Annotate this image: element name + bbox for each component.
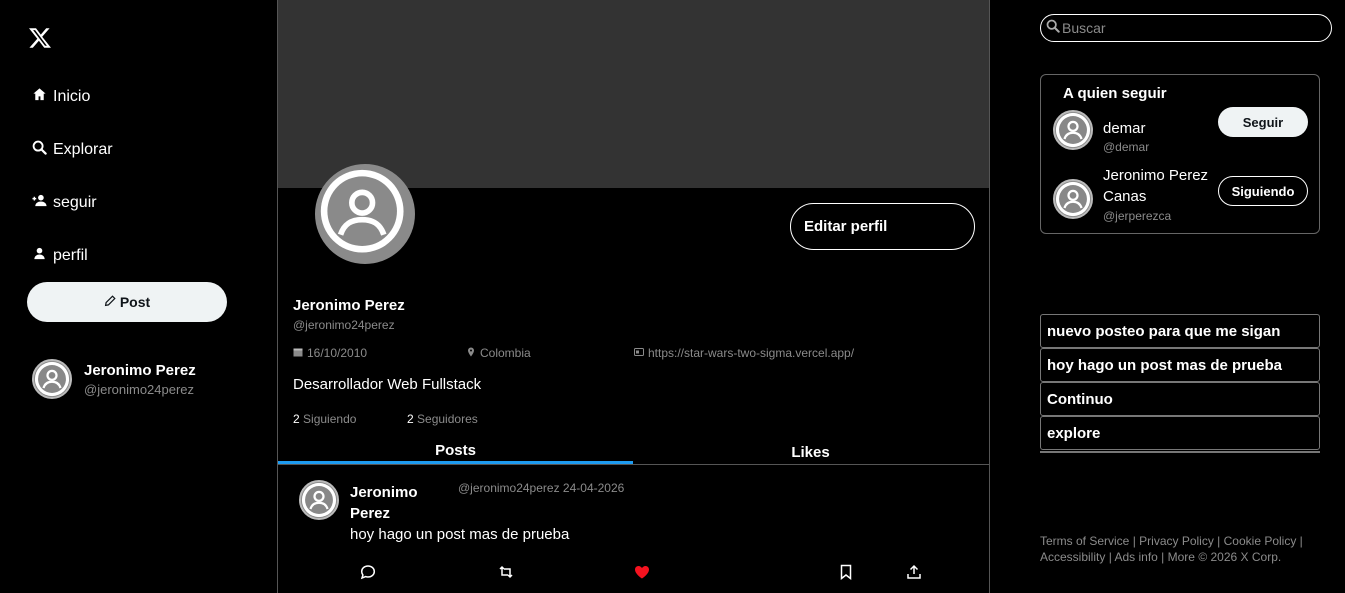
followers-label: Seguidores bbox=[417, 412, 478, 426]
location-pin-icon bbox=[466, 346, 476, 360]
who-to-follow-panel: A quien seguir demar @demar Seguir Jeron… bbox=[1040, 74, 1320, 234]
footer-link[interactable]: Ads info bbox=[1114, 550, 1157, 564]
tab-likes[interactable]: Likes bbox=[633, 438, 988, 464]
profile-location-text: Colombia bbox=[480, 346, 531, 360]
profile-name: Jeronimo Perez bbox=[293, 297, 405, 314]
following-stat[interactable]: 2 Siguiendo bbox=[293, 412, 356, 426]
home-icon bbox=[32, 87, 47, 107]
retweet-icon[interactable] bbox=[497, 563, 515, 581]
followers-count: 2 bbox=[407, 412, 414, 426]
footer-link[interactable]: Accessibility bbox=[1040, 550, 1105, 564]
followers-stat[interactable]: 2 Seguidores bbox=[407, 412, 478, 426]
footer: Terms of Service | Privacy Policy | Cook… bbox=[1040, 534, 1303, 564]
account-handle: @jeronimo24perez bbox=[84, 381, 195, 397]
post-handle: @jeronimo24perez bbox=[458, 481, 560, 495]
account-name: Jeronimo Perez bbox=[84, 361, 196, 379]
profile-avatar[interactable] bbox=[315, 164, 415, 264]
post-date: 24-04-2026 bbox=[562, 481, 625, 495]
trends-divider bbox=[1040, 450, 1320, 453]
trends-list: nuevo posteo para que me sigan hoy hago … bbox=[1040, 314, 1320, 453]
pen-icon bbox=[104, 294, 116, 310]
suggestion-handle: @demar bbox=[1103, 140, 1150, 154]
footer-link[interactable]: More bbox=[1168, 550, 1195, 564]
who-to-follow-title: A quien seguir bbox=[1063, 85, 1167, 102]
link-card-icon bbox=[634, 346, 644, 360]
trend-item[interactable]: nuevo posteo para que me sigan bbox=[1040, 314, 1320, 348]
nav-item-seguir[interactable]: seguir bbox=[32, 193, 97, 213]
profile-banner bbox=[278, 0, 989, 188]
copyright: © 2026 X Corp. bbox=[1198, 550, 1282, 564]
footer-link[interactable]: Terms of Service bbox=[1040, 534, 1129, 548]
suggestion-name: demar bbox=[1103, 120, 1146, 137]
following-button[interactable]: Siguiendo bbox=[1218, 176, 1308, 206]
profile-tabs: Posts Likes bbox=[278, 438, 989, 465]
avatar bbox=[32, 359, 72, 399]
nav-label: perfil bbox=[53, 247, 88, 264]
following-count: 2 bbox=[293, 412, 300, 426]
nav-item-inicio[interactable]: Inicio bbox=[32, 87, 90, 107]
edit-profile-button[interactable]: Editar perfil bbox=[790, 203, 975, 250]
footer-link[interactable]: Cookie Policy bbox=[1224, 534, 1297, 548]
tab-posts[interactable]: Posts bbox=[278, 438, 633, 464]
footer-link[interactable]: Privacy Policy bbox=[1139, 534, 1214, 548]
search-bar[interactable] bbox=[1040, 14, 1332, 42]
profile-main: Editar perfil Jeronimo Perez @jeronimo24… bbox=[278, 0, 990, 593]
share-icon[interactable] bbox=[905, 563, 923, 581]
profile-website[interactable]: https://star-wars-two-sigma.vercel.app/ bbox=[634, 346, 854, 360]
reply-icon[interactable] bbox=[359, 563, 377, 581]
avatar[interactable] bbox=[299, 480, 339, 520]
search-input[interactable] bbox=[1062, 20, 1322, 36]
left-sidebar: Inicio Explorar seguir perfil Post Jeron… bbox=[0, 0, 278, 593]
search-icon bbox=[32, 140, 47, 160]
profile-bio: Desarrollador Web Fullstack bbox=[293, 376, 482, 393]
trend-item[interactable]: explore bbox=[1040, 416, 1320, 450]
app: Inicio Explorar seguir perfil Post Jeron… bbox=[0, 0, 1345, 593]
post-text: hoy hago un post mas de prueba bbox=[350, 526, 570, 543]
user-plus-icon bbox=[32, 193, 47, 213]
profile-date-text: 16/10/2010 bbox=[307, 346, 368, 360]
x-logo-icon[interactable] bbox=[28, 26, 52, 50]
avatar[interactable] bbox=[1053, 110, 1093, 150]
post-button[interactable]: Post bbox=[27, 282, 227, 322]
post-author: Jeronimo Perez bbox=[350, 484, 418, 522]
account-switcher[interactable]: Jeronimo Perez @jeronimo24perez bbox=[32, 359, 196, 399]
bookmark-icon[interactable] bbox=[837, 563, 855, 581]
profile-location: Colombia bbox=[466, 346, 531, 360]
following-label: Siguiendo bbox=[303, 412, 357, 426]
nav-label: Inicio bbox=[53, 88, 91, 105]
suggestion-name: Jeronimo Perez Canas bbox=[1103, 167, 1209, 205]
user-icon bbox=[32, 246, 47, 266]
avatar[interactable] bbox=[1053, 179, 1093, 219]
calendar-icon bbox=[293, 346, 303, 360]
profile-date: 16/10/2010 bbox=[293, 346, 367, 360]
trend-item[interactable]: Continuo bbox=[1040, 382, 1320, 416]
post-handle-date: @jeronimo24perez 24-04-2026 bbox=[458, 481, 624, 495]
profile-website-link[interactable]: https://star-wars-two-sigma.vercel.app/ bbox=[648, 346, 854, 360]
post-button-label: Post bbox=[119, 294, 151, 310]
nav-item-explorar[interactable]: Explorar bbox=[32, 140, 113, 160]
nav-item-perfil[interactable]: perfil bbox=[32, 246, 88, 266]
trend-item[interactable]: hoy hago un post mas de prueba bbox=[1040, 348, 1320, 382]
post-item[interactable]: Jeronimo Perez @jeronimo24perez 24-04-20… bbox=[278, 466, 989, 593]
suggestion-handle: @jerperezca bbox=[1103, 209, 1172, 223]
profile-handle: @jeronimo24perez bbox=[293, 318, 395, 332]
follow-button[interactable]: Seguir bbox=[1218, 107, 1308, 137]
like-icon[interactable] bbox=[633, 563, 651, 581]
nav-label: Explorar bbox=[53, 141, 113, 158]
search-icon bbox=[1046, 19, 1060, 38]
nav-label: seguir bbox=[53, 194, 97, 211]
